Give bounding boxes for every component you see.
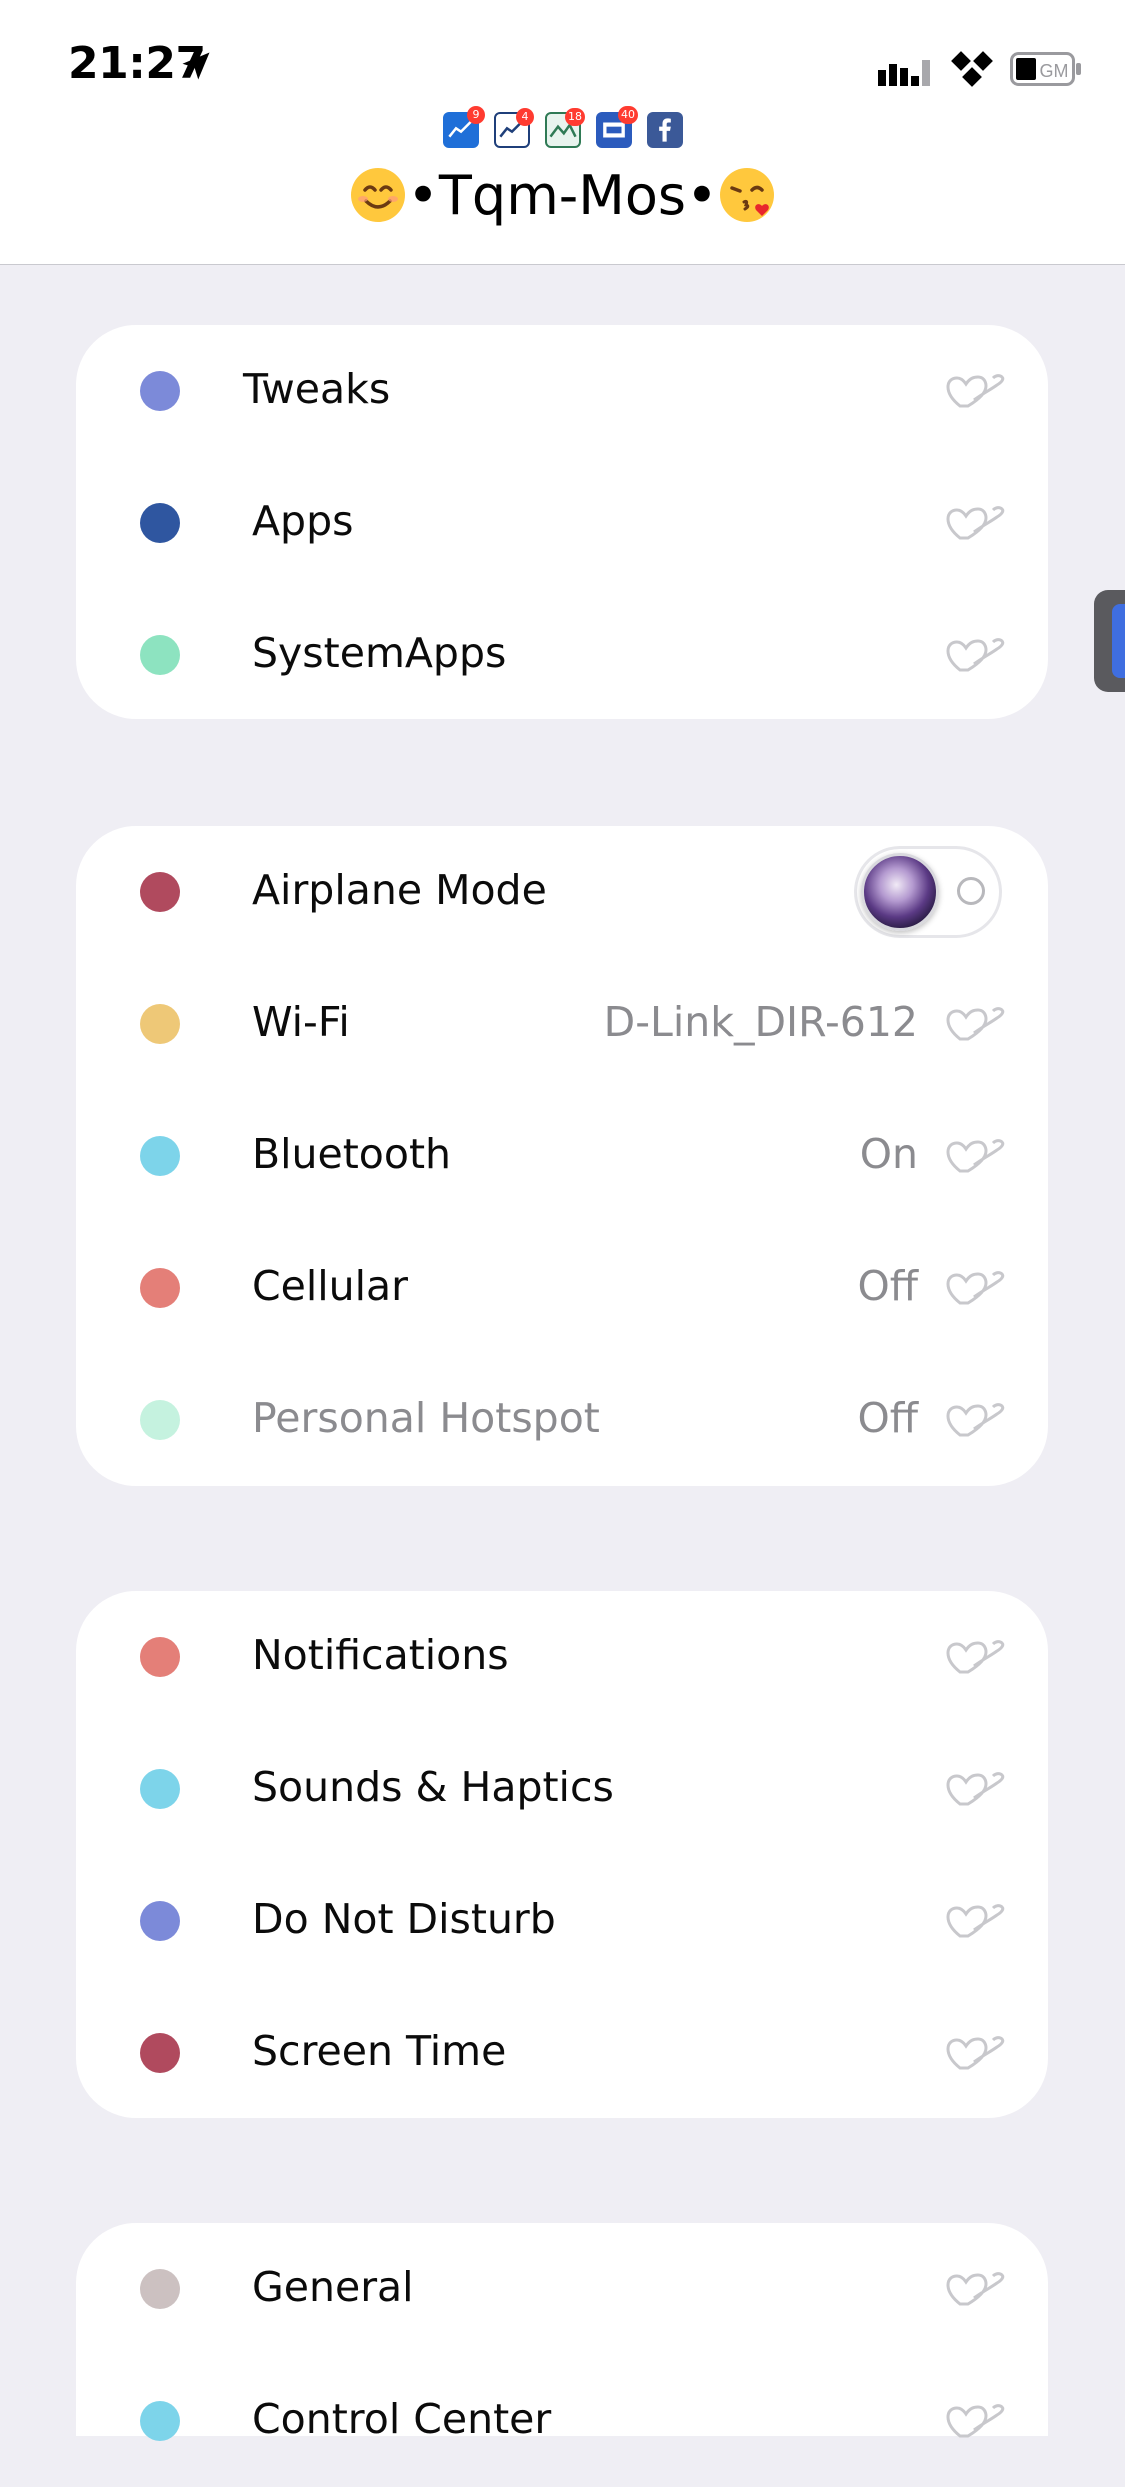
side-drawer-handle[interactable]	[1094, 590, 1125, 692]
heart-outline-icon[interactable]	[946, 2271, 1006, 2307]
heart-outline-icon[interactable]	[946, 2403, 1006, 2439]
app-badge-count: 40	[618, 106, 638, 124]
row-label: Do Not Disturb	[252, 1895, 556, 1943]
settings-group-tweaks: Tweaks Apps SystemApps	[76, 325, 1048, 719]
settings-group-notifications: Notifications Sounds & Haptics Do Not Di…	[76, 1591, 1048, 2118]
row-label: SystemApps	[252, 629, 507, 677]
heart-outline-icon[interactable]	[946, 373, 1006, 409]
settings-row-systemapps[interactable]: SystemApps	[76, 589, 1048, 721]
row-color-dot	[140, 1901, 180, 1941]
row-color-dot	[140, 635, 180, 675]
photo-app[interactable]: 18	[545, 108, 585, 148]
settings-row-sounds-haptics[interactable]: Sounds & Haptics	[76, 1723, 1048, 1855]
row-color-dot	[140, 1769, 180, 1809]
row-label: Airplane Mode	[252, 866, 547, 914]
app-badge-count: 4	[516, 108, 534, 126]
toggle-knob-avatar	[861, 853, 939, 931]
settings-group-connectivity: Airplane Mode Wi-Fi D-Link_DIR-612 Bluet…	[76, 826, 1048, 1486]
cellular-signal-icon	[878, 60, 930, 86]
app-badge-count: 9	[467, 106, 485, 124]
dmg-app[interactable]: 40	[596, 106, 638, 148]
row-label: Tweaks	[243, 365, 391, 413]
toggle-off-indicator-icon	[957, 877, 985, 905]
row-color-dot	[140, 1400, 180, 1440]
settings-row-tweaks[interactable]: Tweaks	[76, 325, 1048, 457]
heart-outline-icon[interactable]	[946, 1771, 1006, 1807]
row-value: Off	[857, 1262, 918, 1310]
heart-outline-icon[interactable]	[946, 1270, 1006, 1306]
heart-outline-icon[interactable]	[946, 1138, 1006, 1174]
settings-row-screen-time[interactable]: Screen Time	[76, 1987, 1048, 2119]
settings-row-wifi[interactable]: Wi-Fi D-Link_DIR-612	[76, 958, 1048, 1090]
settings-row-notifications[interactable]: Notifications	[76, 1591, 1048, 1723]
row-color-dot	[140, 2269, 180, 2309]
heart-outline-icon[interactable]	[946, 637, 1006, 673]
facebook-app[interactable]	[647, 112, 683, 148]
heart-outline-icon[interactable]	[946, 1639, 1006, 1675]
settings-row-general[interactable]: General	[76, 2223, 1048, 2355]
heart-outline-icon[interactable]	[946, 1903, 1006, 1939]
settings-row-do-not-disturb[interactable]: Do Not Disturb	[76, 1855, 1048, 1987]
row-color-dot	[140, 872, 180, 912]
facebook-icon	[659, 118, 671, 142]
settings-row-control-center[interactable]: Control Center	[76, 2355, 1048, 2487]
settings-group-general: General Control Center	[76, 2223, 1048, 2443]
status-bar: 21:27 GM	[0, 0, 1125, 112]
row-color-dot	[140, 1637, 180, 1677]
row-color-dot	[140, 2401, 180, 2441]
battery-icon: GM	[1010, 52, 1081, 86]
settings-row-cellular[interactable]: Cellular Off	[76, 1222, 1048, 1354]
row-color-dot	[140, 2033, 180, 2073]
heart-outline-icon[interactable]	[946, 505, 1006, 541]
row-label: General	[252, 2263, 414, 2311]
heart-outline-icon[interactable]	[946, 1006, 1006, 1042]
header-title-line: •Tqm-Mos•	[0, 164, 1125, 227]
row-value: Off	[857, 1394, 918, 1442]
side-handle-indicator	[1112, 604, 1125, 678]
smiling-face-emoji-icon	[351, 168, 406, 222]
row-color-dot	[140, 1004, 180, 1044]
row-label: Notifications	[252, 1631, 509, 1679]
row-color-dot	[140, 1136, 180, 1176]
row-color-dot	[140, 1268, 180, 1308]
page-title: •Tqm-Mos•	[407, 164, 718, 227]
stocks-app[interactable]: 9	[443, 106, 485, 148]
settings-row-bluetooth[interactable]: Bluetooth On	[76, 1090, 1048, 1222]
row-color-dot	[140, 503, 180, 543]
row-label: Wi-Fi	[252, 998, 350, 1046]
row-label: Cellular	[252, 1262, 408, 1310]
row-label: Bluetooth	[252, 1130, 452, 1178]
row-label: Screen Time	[252, 2027, 507, 2075]
wifi-status-icon	[951, 51, 993, 87]
stocks-app-2[interactable]: 4	[494, 108, 534, 148]
settings-row-airplane-mode[interactable]: Airplane Mode	[76, 826, 1048, 958]
heart-outline-icon[interactable]	[946, 2035, 1006, 2071]
location-arrow-icon	[182, 52, 210, 80]
airplane-mode-toggle[interactable]	[854, 846, 1002, 938]
app-badge-count: 18	[565, 108, 585, 126]
row-label: Sounds & Haptics	[252, 1763, 614, 1811]
row-color-dot	[140, 371, 180, 411]
row-value: D-Link_DIR-612	[603, 998, 918, 1046]
header: 9 4 18 40 •Tqm-Mos•	[0, 106, 1125, 265]
row-label: Apps	[252, 497, 354, 545]
row-label: Personal Hotspot	[252, 1394, 600, 1442]
heart-outline-icon[interactable]	[946, 1402, 1006, 1438]
row-value: On	[859, 1130, 918, 1178]
app-badge-strip: 9 4 18 40	[443, 106, 683, 152]
settings-row-apps[interactable]: Apps	[76, 457, 1048, 589]
settings-row-personal-hotspot[interactable]: Personal Hotspot Off	[76, 1354, 1048, 1486]
kissing-face-emoji-icon	[719, 168, 774, 222]
battery-label: GM	[1040, 61, 1069, 81]
